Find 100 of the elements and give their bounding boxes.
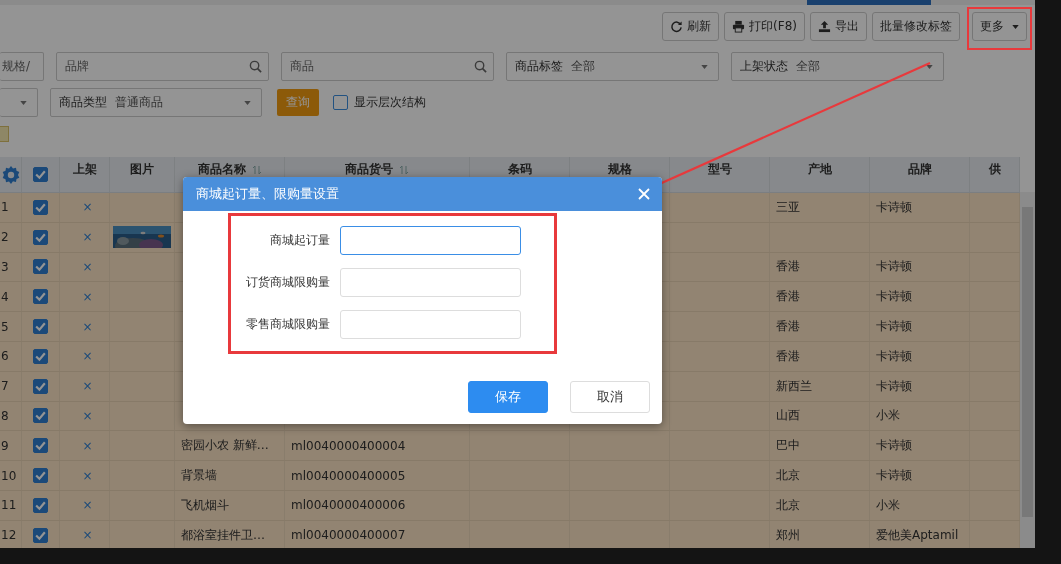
table-cell: × <box>82 230 93 245</box>
scrollbar[interactable] <box>1020 192 1035 548</box>
table-cell: 飞机烟斗 <box>181 496 229 514</box>
column-header: 图片 <box>130 161 154 178</box>
field-label: 商城起订量 <box>269 232 330 249</box>
settings-icon[interactable] <box>0 164 21 185</box>
filter-field[interactable]: 上架状态 全部 <box>731 52 944 81</box>
table-cell: 北京 <box>776 496 800 514</box>
sort-icon[interactable] <box>251 164 262 175</box>
row-number: 6 <box>1 349 9 364</box>
filter-field[interactable]: 规格/ <box>0 52 44 81</box>
checkbox[interactable] <box>33 408 48 424</box>
filter-field[interactable]: 品牌 <box>56 52 269 81</box>
dialog-title: 商城起订量、限购量设置 <box>196 185 339 203</box>
table-cell: 小米 <box>876 407 900 425</box>
filter-field[interactable]: 商品标签 全部 <box>506 52 719 81</box>
caret-icon <box>1012 24 1019 29</box>
column-header: 商品名称 <box>197 161 246 178</box>
row-number: 11 <box>1 498 17 513</box>
table-cell: × <box>82 379 93 394</box>
column-header: 条码 <box>507 161 532 178</box>
caret-icon <box>244 100 251 105</box>
filter-field[interactable] <box>0 88 38 117</box>
checkbox[interactable] <box>33 348 48 364</box>
table-cell: × <box>82 319 93 334</box>
table-cell: 北京 <box>776 467 800 485</box>
table-cell: 香港 <box>776 318 800 336</box>
close-icon[interactable] <box>638 188 650 200</box>
table-cell: 山西 <box>776 407 800 425</box>
table-cell: 卡诗顿 <box>876 258 912 276</box>
table-cell: × <box>82 528 93 543</box>
row-number: 9 <box>1 438 9 453</box>
save-button[interactable]: 保存 <box>468 381 548 413</box>
table-cell: ml0040000400005 <box>291 468 406 483</box>
table-cell: 香港 <box>776 347 800 365</box>
row-number: 2 <box>1 230 9 245</box>
toolbar-button[interactable]: 刷新 <box>662 12 720 41</box>
row-number: 12 <box>1 528 17 543</box>
column-header: 型号 <box>707 161 732 178</box>
table-cell: 卡诗顿 <box>876 318 912 336</box>
checkbox[interactable] <box>33 438 48 454</box>
table-cell: 爱他美Aptamil <box>876 526 959 544</box>
toolbar-button[interactable]: 导出 <box>810 12 867 41</box>
row-number: 10 <box>1 468 17 483</box>
table-cell: × <box>82 349 93 364</box>
toolbar-button[interactable]: 更多 <box>972 12 1027 41</box>
checkbox[interactable] <box>33 378 48 394</box>
row-number: 5 <box>1 319 9 334</box>
row-number: 4 <box>1 289 9 304</box>
table-cell: 小米 <box>876 496 900 514</box>
table-cell: × <box>82 200 93 215</box>
refresh-icon <box>670 20 684 33</box>
field-label: 零售商城限购量 <box>245 316 330 333</box>
row-number: 7 <box>1 379 9 394</box>
search-icon <box>249 60 262 73</box>
checkbox[interactable] <box>33 199 48 215</box>
table-cell: × <box>82 498 93 513</box>
caret-icon <box>20 100 27 105</box>
table-cell: 卡诗顿 <box>876 377 912 395</box>
column-header: 规格 <box>607 161 632 178</box>
checkbox[interactable] <box>33 229 48 245</box>
table-cell: 卡诗顿 <box>876 198 912 216</box>
column-header: 供 <box>988 161 1001 178</box>
toolbar-button[interactable]: 打印(F8) <box>724 12 805 41</box>
table-cell: × <box>82 260 93 274</box>
column-header: 上架 <box>72 161 97 178</box>
table-cell: 三亚 <box>776 198 800 216</box>
checkbox[interactable] <box>33 319 48 335</box>
table-cell: ml0040000400006 <box>291 498 406 513</box>
sort-icon[interactable] <box>399 164 409 175</box>
checkbox[interactable] <box>33 259 48 275</box>
search-icon <box>474 60 487 73</box>
table-cell: 密园小农 新鲜… <box>181 437 269 455</box>
table-cell: 背景墙 <box>181 467 217 485</box>
checkbox-label: 显示层次结构 <box>354 94 426 111</box>
checkbox[interactable] <box>33 167 48 182</box>
checkbox[interactable] <box>33 527 48 543</box>
checkbox[interactable] <box>33 289 48 305</box>
table-cell: 卡诗顿 <box>876 347 912 365</box>
filter-field[interactable]: 商品类型 普通商品 <box>50 88 262 117</box>
table-cell: 郑州 <box>776 526 800 544</box>
table-cell: × <box>82 408 93 423</box>
table-cell: 卡诗顿 <box>876 467 912 485</box>
printer-icon <box>732 20 746 33</box>
input-field[interactable] <box>340 226 521 255</box>
column-header: 产地 <box>807 161 832 178</box>
filter-field[interactable]: 商品 <box>281 52 494 81</box>
table-cell: 香港 <box>776 288 800 306</box>
toolbar-button[interactable]: 批量修改标签 <box>872 12 960 41</box>
table-cell: × <box>82 289 93 304</box>
caret-icon <box>701 64 708 69</box>
checkbox[interactable] <box>33 468 48 484</box>
caret-icon <box>926 64 933 69</box>
checkbox[interactable] <box>33 497 48 513</box>
table-cell: ml0040000400007 <box>291 528 406 543</box>
checkbox[interactable] <box>333 95 348 110</box>
cancel-button[interactable]: 取消 <box>570 381 650 413</box>
column-header: 商品货号 <box>345 161 393 178</box>
table-cell: 巴中 <box>776 437 800 455</box>
table-cell: 卡诗顿 <box>876 288 912 306</box>
